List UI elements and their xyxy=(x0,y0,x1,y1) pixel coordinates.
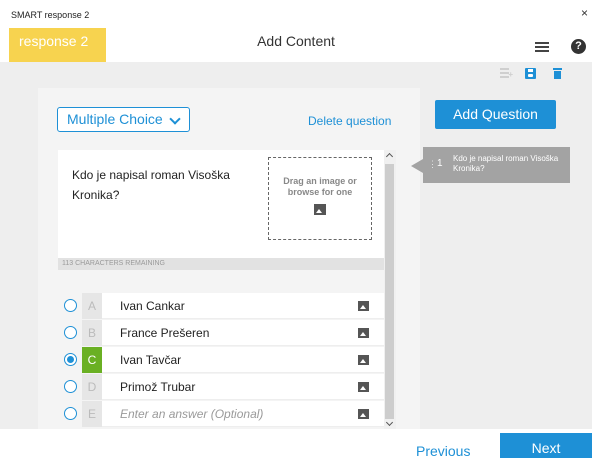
correct-answer-radio[interactable] xyxy=(64,407,77,420)
characters-remaining: 113 CHARACTERS REMAINING xyxy=(58,258,384,270)
next-button[interactable]: Next xyxy=(500,433,592,458)
answer-letter: D xyxy=(82,374,102,400)
answer-row: C Ivan Tavčar xyxy=(58,347,384,373)
question-list-item[interactable]: ⋮ 1 Kdo je napisal roman Visoška Kronika… xyxy=(411,147,570,183)
chevron-down-icon xyxy=(169,113,181,125)
image-icon[interactable] xyxy=(358,301,369,311)
question-editor: Multiple Choice Delete question Kdo je n… xyxy=(38,88,420,431)
dropzone-text: Drag an image or browse for one xyxy=(283,176,357,197)
page-title: Add Content xyxy=(257,33,335,49)
question-type-label: Multiple Choice xyxy=(67,111,163,127)
toolbar: + xyxy=(0,62,592,84)
footer-nav: Previous Next xyxy=(0,429,592,458)
question-number: 1 xyxy=(437,158,443,169)
answer-input[interactable]: Ivan Tavčar xyxy=(102,347,384,373)
add-list-icon[interactable]: + xyxy=(500,68,513,79)
answer-letter: E xyxy=(82,401,102,427)
app-window: SMART response 2 × response 2 Add Conten… xyxy=(0,0,592,458)
window-close-button[interactable]: × xyxy=(581,7,588,19)
content-area: Multiple Choice Delete question Kdo je n… xyxy=(0,84,592,431)
image-icon[interactable] xyxy=(358,328,369,338)
answer-input[interactable]: Enter an answer (Optional) xyxy=(102,401,384,427)
answer-input[interactable]: France Prešeren xyxy=(102,320,384,346)
scroll-up-icon[interactable] xyxy=(385,152,394,161)
delete-question-link[interactable]: Delete question xyxy=(308,114,391,128)
help-icon[interactable]: ? xyxy=(571,39,586,54)
image-icon[interactable] xyxy=(358,355,369,365)
scroll-thumb[interactable] xyxy=(385,164,394,419)
add-question-button[interactable]: Add Question xyxy=(435,100,556,129)
answer-row: B France Prešeren xyxy=(58,320,384,346)
image-dropzone[interactable]: Drag an image or browse for one xyxy=(268,157,372,240)
window-title: SMART response 2 xyxy=(11,10,90,20)
answer-input[interactable]: Primož Trubar xyxy=(102,374,384,400)
answer-letter: A xyxy=(82,293,102,319)
editor-scrollbar[interactable] xyxy=(384,150,396,431)
window-titlebar: SMART response 2 × xyxy=(0,0,592,28)
image-icon[interactable] xyxy=(358,409,369,419)
correct-answer-radio[interactable] xyxy=(64,299,77,312)
question-text-input[interactable]: Kdo je napisal roman Visoška Kronika? xyxy=(72,165,262,205)
correct-answer-radio[interactable] xyxy=(64,326,77,339)
answer-letter: C xyxy=(82,347,102,373)
correct-answer-radio[interactable] xyxy=(64,380,77,393)
answer-list: A Ivan Cankar B France Prešeren C Ivan T… xyxy=(58,293,384,428)
image-icon[interactable] xyxy=(358,382,369,392)
image-icon xyxy=(314,204,326,215)
answer-input[interactable]: Ivan Cankar xyxy=(102,293,384,319)
trash-icon[interactable] xyxy=(553,68,562,79)
previous-button[interactable]: Previous xyxy=(416,443,470,458)
answer-row: E Enter an answer (Optional) xyxy=(58,401,384,427)
question-type-dropdown[interactable]: Multiple Choice xyxy=(57,107,190,132)
scroll-down-icon[interactable] xyxy=(385,418,394,427)
save-icon[interactable] xyxy=(525,68,536,79)
answer-row: A Ivan Cankar xyxy=(58,293,384,319)
hamburger-menu-icon[interactable] xyxy=(535,42,549,54)
drag-handle-icon[interactable]: ⋮ xyxy=(428,159,437,170)
answer-letter: B xyxy=(82,320,102,346)
question-card: Kdo je napisal roman Visoška Kronika? Dr… xyxy=(58,150,384,258)
answer-row: D Primož Trubar xyxy=(58,374,384,400)
app-header: response 2 Add Content ? xyxy=(0,28,592,62)
question-preview-text: Kdo je napisal roman Visoška Kronika? xyxy=(453,154,559,173)
correct-answer-radio[interactable] xyxy=(64,353,77,366)
